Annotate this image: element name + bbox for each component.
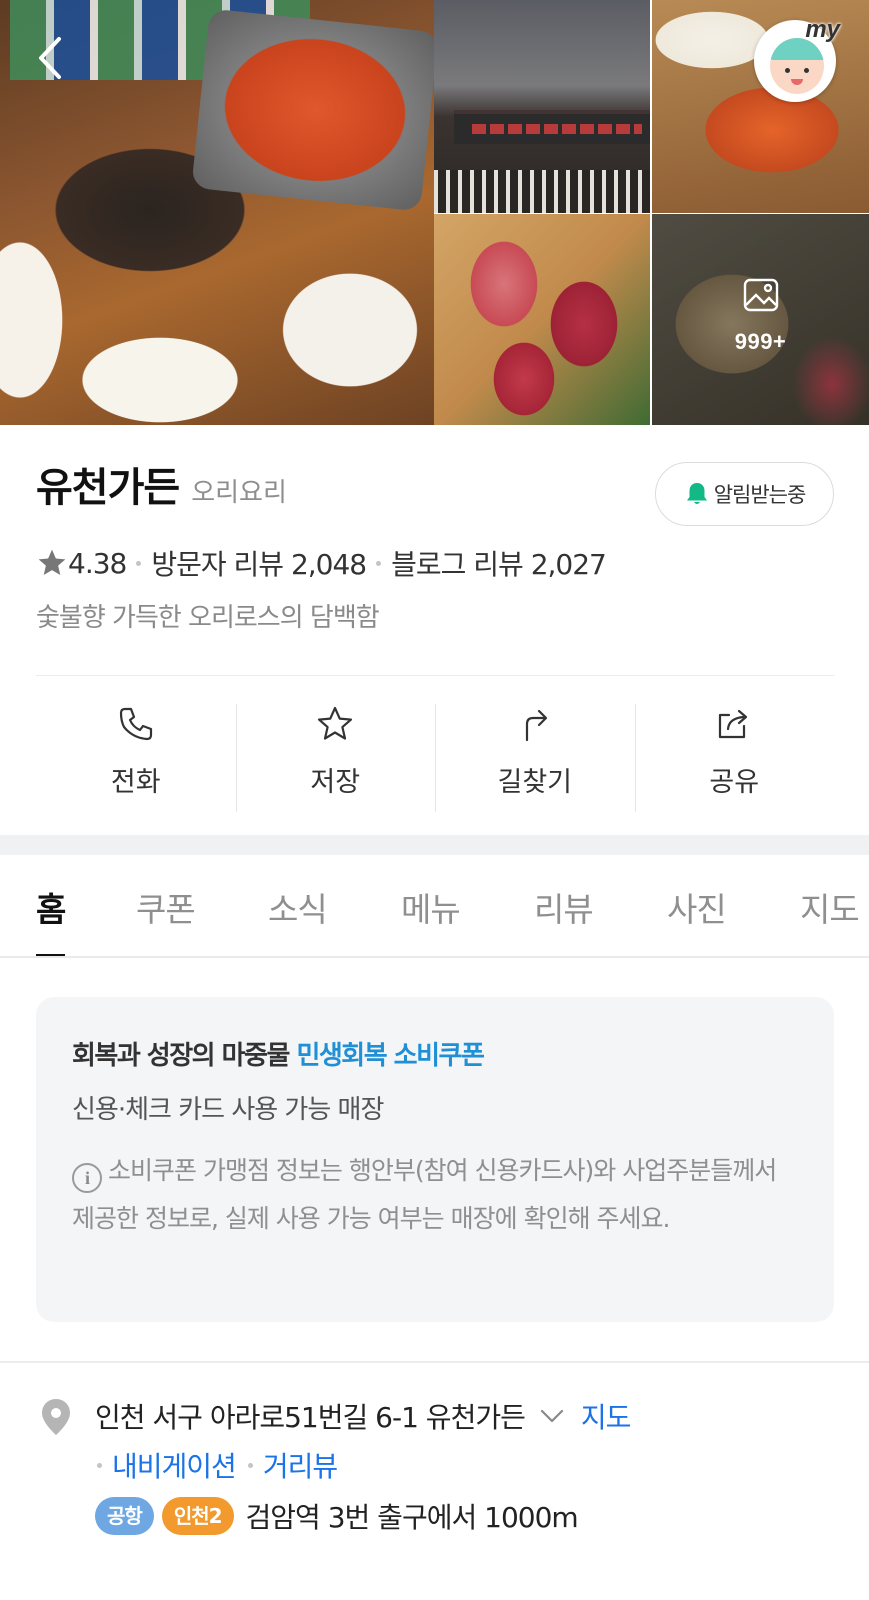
photo-count: 999+: [734, 328, 787, 354]
avatar: [770, 38, 824, 94]
notification-button[interactable]: 알림받는중: [655, 462, 834, 526]
share-button[interactable]: 공유: [634, 702, 835, 812]
coupon-title: 회복과 성장의 마중물 민생회복 소비쿠폰: [72, 1035, 485, 1072]
phone-icon: [119, 707, 152, 741]
save-button[interactable]: 저장: [235, 702, 436, 812]
info-icon: i: [72, 1163, 102, 1193]
back-button[interactable]: [28, 30, 72, 86]
coupon-note: i 소비쿠폰 가맹점 정보는 행안부(참여 신용카드사)와 사업주분들께서 제공한…: [72, 1147, 792, 1243]
visitor-reviews-link[interactable]: 방문자 리뷰 2,048: [151, 543, 367, 583]
navigation-link[interactable]: 내비게이션: [112, 1445, 237, 1485]
coupon-card[interactable]: 회복과 성장의 마중물 민생회복 소비쿠폰 신용·체크 카드 사용 가능 매장 …: [36, 997, 834, 1322]
action-bar: 전화 저장 길찾기 공유: [36, 702, 834, 812]
call-button[interactable]: 전화: [36, 702, 236, 812]
divider: [0, 1361, 869, 1363]
bell-icon: [686, 483, 707, 504]
place-description: 숯불향 가득한 오리로스의 담백함: [36, 603, 380, 633]
share-icon: [719, 709, 748, 739]
tab-coupon[interactable]: 쿠폰: [136, 855, 196, 956]
incheon2-line-badge: 인천2: [161, 1497, 234, 1535]
notification-label: 알림받는중: [713, 483, 807, 507]
separator-dot: [376, 560, 382, 566]
street-view-link[interactable]: 거리뷰: [263, 1445, 338, 1485]
tab-menu[interactable]: 메뉴: [401, 855, 461, 956]
map-link[interactable]: 지도: [581, 1396, 632, 1436]
airport-line-badge: 공항: [95, 1497, 154, 1535]
my-label: my: [805, 16, 840, 43]
subway-row: 공항 인천2 검암역 3번 출구에서 1000m: [95, 1496, 579, 1536]
directions-icon: [525, 709, 547, 742]
directions-button[interactable]: 길찾기: [435, 702, 635, 812]
navigation-row: 내비게이션 거리뷰: [95, 1445, 347, 1485]
separator-dot: [97, 1462, 102, 1468]
coupon-subtitle: 신용·체크 카드 사용 가능 매장: [72, 1095, 384, 1125]
coupon-note-text: 소비쿠폰 가맹점 정보는 행안부(참여 신용카드사)와 사업주분들께서 제공한 …: [72, 1156, 777, 1233]
separator-dot: [247, 1462, 253, 1468]
address-row: 인천 서구 아라로51번길 6-1 유천가든 지도: [95, 1396, 632, 1436]
place-category: 오리요리: [191, 478, 287, 508]
more-photos-button[interactable]: 999+: [652, 214, 869, 425]
chevron-down-icon[interactable]: [537, 1401, 567, 1431]
image-icon: [743, 278, 778, 311]
share-label: 공유: [709, 767, 760, 798]
storefront-rail: [434, 170, 650, 213]
rating-value: 4.38: [68, 546, 127, 580]
photo-storefront[interactable]: [434, 0, 650, 213]
coupon-title-prefix: 회복과 성장의 마중물: [72, 1041, 290, 1071]
storefront-sign: [454, 110, 650, 144]
tab-review[interactable]: 리뷰: [534, 855, 594, 956]
blog-reviews-link[interactable]: 블로그 리뷰 2,027: [391, 543, 607, 583]
section-separator: [0, 835, 869, 855]
photo-tray: [191, 8, 434, 212]
photo-meat[interactable]: [434, 214, 650, 425]
tab-bar: 홈 쿠폰 소식 메뉴 리뷰 사진 지도: [0, 855, 869, 958]
star-filled-icon: [38, 549, 66, 575]
separator-dot: [136, 560, 142, 566]
rating-row: 4.38 방문자 리뷰 2,048 블로그 리뷰 2,027: [36, 543, 607, 583]
address-text: 인천 서구 아라로51번길 6-1 유천가든: [95, 1401, 526, 1434]
tab-news[interactable]: 소식: [268, 855, 328, 956]
save-label: 저장: [310, 767, 361, 798]
station-directions: 검암역 3번 출구에서 1000m: [245, 1501, 579, 1534]
star-icon: [318, 706, 353, 740]
tab-map[interactable]: 지도: [800, 855, 860, 956]
tab-home[interactable]: 홈: [36, 855, 66, 956]
chevron-left-icon: [39, 37, 61, 79]
place-name: 유천가든: [36, 465, 180, 511]
coupon-title-highlight: 민생회복 소비쿠폰: [296, 1041, 484, 1071]
call-label: 전화: [110, 767, 161, 798]
directions-label: 길찾기: [497, 767, 573, 798]
location-pin-icon: [42, 1399, 70, 1435]
divider: [36, 675, 834, 676]
photo-gallery[interactable]: 999+ my: [0, 0, 869, 425]
my-profile-button[interactable]: my: [754, 16, 840, 102]
tab-photo[interactable]: 사진: [667, 855, 727, 956]
